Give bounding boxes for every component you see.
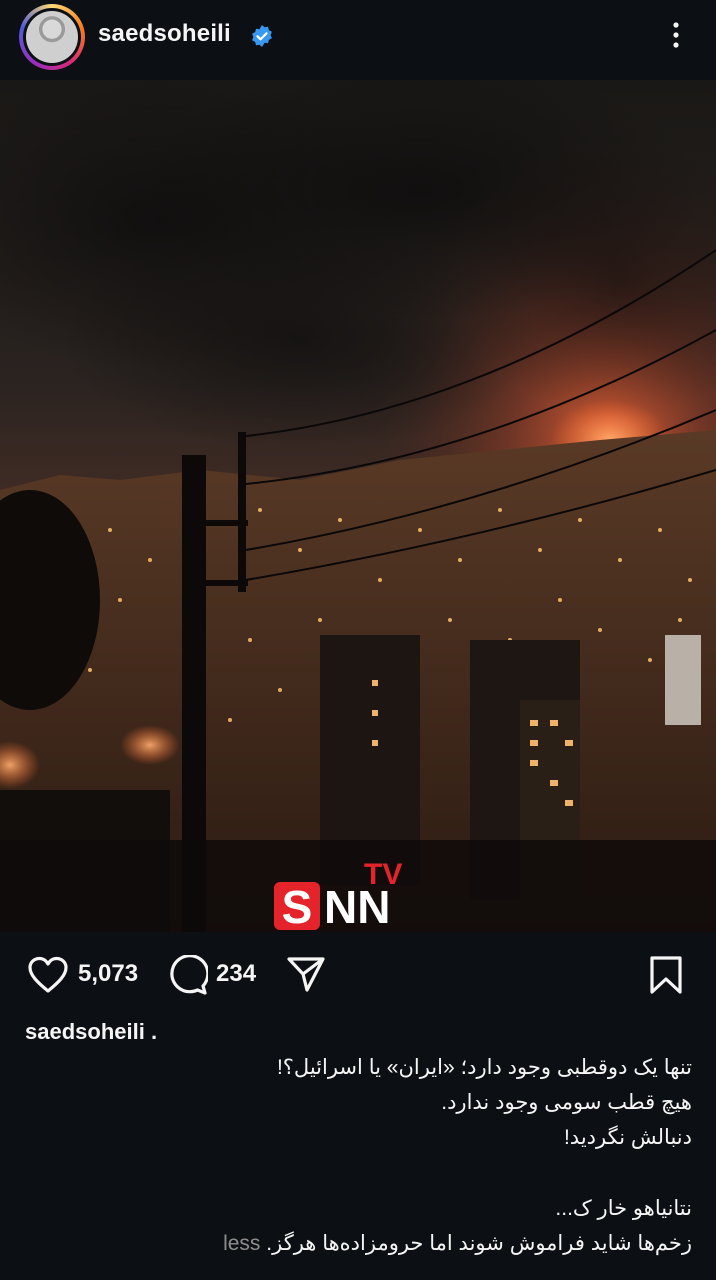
caption-line-1: تنها یک دوقطبی وجود دارد؛ «ایران» یا اسر… — [276, 1056, 692, 1079]
like-heart-icon[interactable] — [27, 956, 69, 994]
city-fire-night-photo — [0, 80, 716, 932]
less-link[interactable]: less — [223, 1232, 260, 1255]
caption-line-6-text: زخم‌ها شاید فراموش شوند اما حرومزاده‌ها … — [266, 1232, 692, 1255]
likes-count[interactable]: 5,073 — [78, 960, 138, 988]
post-photo[interactable] — [0, 80, 716, 932]
verified-badge-icon — [252, 25, 272, 47]
comment-icon[interactable] — [168, 955, 208, 995]
share-send-icon[interactable] — [286, 955, 326, 993]
profile-photo-icon — [26, 11, 78, 63]
caption-username-text[interactable]: saedsoheili — [25, 1019, 145, 1044]
comments-count[interactable]: 234 — [216, 960, 256, 988]
caption-username-suffix: . — [150, 1019, 158, 1044]
more-vertical-icon[interactable] — [664, 20, 688, 50]
save-bookmark-icon[interactable] — [648, 955, 684, 995]
caption-username[interactable]: saedsoheili . — [25, 1019, 157, 1045]
header-username[interactable]: saedsoheili — [98, 20, 231, 48]
caption-line-2: هیچ قطب سومی وجود ندارد. — [441, 1091, 692, 1114]
snn-tv-watermark: S NN TV — [274, 858, 402, 932]
caption-line-5: نتانیاهو خار ک... — [555, 1197, 692, 1220]
post-header: saedsoheili — [0, 0, 716, 78]
watermark-s: S — [282, 881, 313, 932]
avatar-frame — [23, 8, 81, 66]
caption-line-6: زخم‌ها شاید فراموش شوند اما حرومزاده‌ها … — [223, 1231, 692, 1256]
caption-line-3: دنبالش نگردید! — [563, 1126, 692, 1149]
avatar[interactable] — [19, 4, 85, 70]
watermark-tv: TV — [364, 858, 402, 891]
